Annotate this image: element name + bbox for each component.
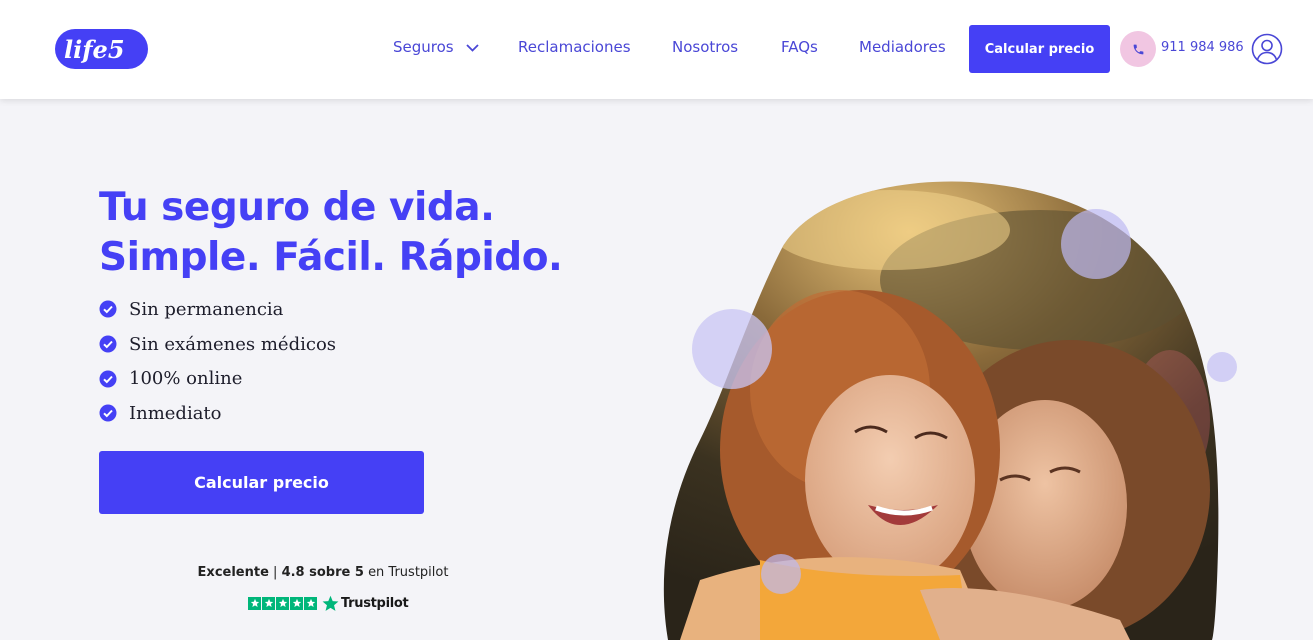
star-icon — [248, 596, 261, 610]
logo-text: life5 — [64, 35, 125, 64]
decorative-bubble — [761, 554, 801, 594]
feature-label: Sin permanencia — [129, 298, 284, 320]
check-circle-icon — [99, 370, 117, 388]
hero-title-line-1: Tu seguro de vida. — [99, 185, 495, 230]
star-icon — [276, 596, 289, 610]
nav-seguros[interactable]: Seguros — [393, 38, 480, 56]
feature-item: Sin permanencia — [99, 292, 336, 327]
star-icon — [304, 596, 317, 610]
nav-faqs[interactable]: FAQs — [781, 38, 818, 56]
trustpilot-badge[interactable]: Trustpilot — [248, 594, 409, 612]
life5-logo[interactable]: life5 — [54, 28, 149, 70]
nav-nosotros[interactable]: Nosotros — [672, 38, 738, 56]
feature-list: Sin permanencia Sin exámenes médicos 100… — [99, 292, 336, 431]
feature-item: Inmediato — [99, 396, 336, 431]
hero-title: Tu seguro de vida. Simple. Fácil. Rápido… — [99, 183, 563, 283]
feature-item: Sin exámenes médicos — [99, 327, 336, 362]
nav-label: Seguros — [393, 38, 454, 56]
star-icon — [262, 596, 275, 610]
decorative-bubble — [1061, 209, 1131, 279]
check-circle-icon — [99, 335, 117, 353]
trustpilot-star-icon — [322, 595, 339, 611]
chevron-down-icon — [466, 43, 480, 52]
phone-number[interactable]: 911 984 986 — [1161, 40, 1244, 55]
phone-icon — [1133, 44, 1143, 54]
feature-label: Inmediato — [129, 402, 222, 424]
photo-content — [663, 181, 1219, 640]
rating-score: 4.8 sobre 5 — [281, 565, 364, 580]
trustpilot-stars — [248, 596, 317, 610]
hero-photo — [663, 181, 1237, 640]
trustpilot-rating: Excelente | 4.8 sobre 5 en Trustpilot — [99, 565, 547, 580]
decorative-bubble — [692, 309, 772, 389]
star-icon — [290, 596, 303, 610]
nav-reclamaciones[interactable]: Reclamaciones — [518, 38, 631, 56]
check-circle-icon — [99, 404, 117, 422]
feature-label: Sin exámenes médicos — [129, 333, 337, 355]
site-header: life5 Seguros Reclamaciones Nosotros FAQ… — [0, 0, 1313, 99]
feature-label: 100% online — [129, 368, 243, 390]
calcular-precio-header-button[interactable]: Calcular precio — [969, 25, 1110, 73]
feature-item: 100% online — [99, 361, 336, 396]
phone-button[interactable] — [1120, 31, 1156, 67]
decorative-bubble — [1207, 352, 1237, 382]
hero-title-line-2: Simple. Fácil. Rápido. — [99, 235, 563, 280]
rating-separator: | — [273, 565, 278, 580]
nav-mediadores[interactable]: Mediadores — [859, 38, 946, 56]
trustpilot-label: Trustpilot — [341, 595, 409, 611]
check-circle-icon — [99, 300, 117, 318]
rating-word: Excelente — [197, 565, 269, 580]
rating-suffix: en Trustpilot — [368, 565, 449, 580]
user-icon[interactable] — [1251, 33, 1283, 65]
calcular-precio-button[interactable]: Calcular precio — [99, 451, 424, 514]
